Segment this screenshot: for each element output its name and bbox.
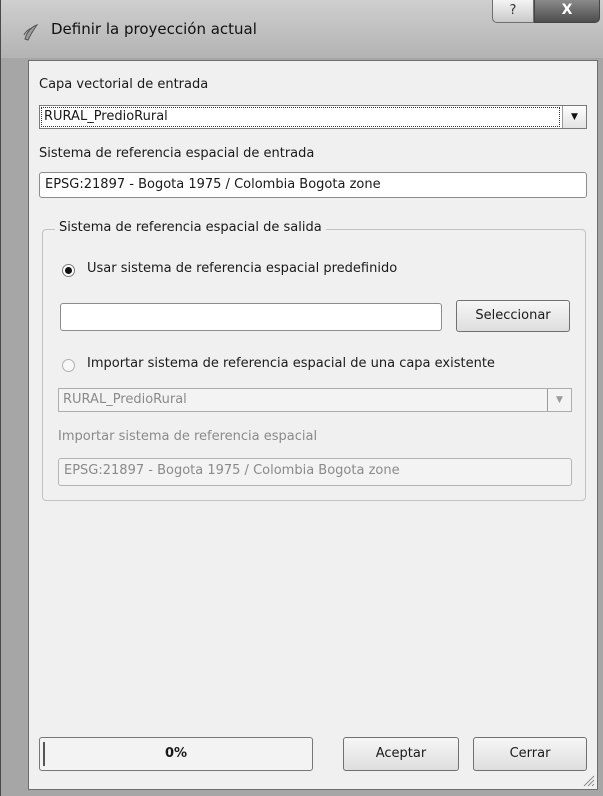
input-crs-label: Sistema de referencia espacial de entrad… xyxy=(39,146,315,161)
select-crs-button[interactable]: Seleccionar xyxy=(456,300,570,332)
import-crs-radio[interactable] xyxy=(62,359,75,372)
progress-text: 0% xyxy=(164,746,188,761)
import-crs-field: EPSG:21897 - Bogota 1975 / Colombia Bogo… xyxy=(58,458,572,486)
predefined-crs-label[interactable]: Usar sistema de referencia espacial pred… xyxy=(87,261,397,276)
window-close-button[interactable]: X xyxy=(534,0,600,23)
help-button[interactable]: ? xyxy=(492,0,534,23)
input-layer-label: Capa vectorial de entrada xyxy=(39,77,209,92)
output-crs-group-title: Sistema de referencia espacial de salida xyxy=(55,220,326,235)
import-layer-value: RURAL_PredioRural xyxy=(63,392,187,407)
import-crs-label: Importar sistema de referencia espacial xyxy=(58,429,318,444)
close-button[interactable]: Cerrar xyxy=(473,737,587,771)
import-crs-option-label[interactable]: Importar sistema de referencia espacial … xyxy=(87,356,495,371)
input-layer-select[interactable]: RURAL_PredioRural ▼ xyxy=(39,105,587,129)
resize-grip-icon[interactable] xyxy=(581,773,595,787)
chevron-down-icon[interactable]: ▼ xyxy=(562,106,586,128)
window-title: Definir la proyección actual xyxy=(51,20,257,38)
predefined-crs-field[interactable] xyxy=(60,303,442,331)
dialog-window: Definir la proyección actual ? X Capa ve… xyxy=(0,0,603,796)
input-layer-value: RURAL_PredioRural xyxy=(44,109,168,124)
title-bar[interactable]: Definir la proyección actual ? X xyxy=(1,0,603,58)
input-crs-field[interactable]: EPSG:21897 - Bogota 1975 / Colombia Bogo… xyxy=(39,172,587,198)
accept-button[interactable]: Aceptar xyxy=(343,737,459,771)
dialog-body: Capa vectorial de entrada RURAL_PredioRu… xyxy=(28,60,598,790)
import-layer-select[interactable]: RURAL_PredioRural ▼ xyxy=(58,388,572,412)
progress-bar: 0% xyxy=(39,737,313,771)
predefined-crs-radio[interactable] xyxy=(62,264,75,277)
window-controls: ? X xyxy=(492,0,600,24)
qgis-plugin-icon xyxy=(23,24,39,41)
chevron-down-icon[interactable]: ▼ xyxy=(547,389,571,411)
